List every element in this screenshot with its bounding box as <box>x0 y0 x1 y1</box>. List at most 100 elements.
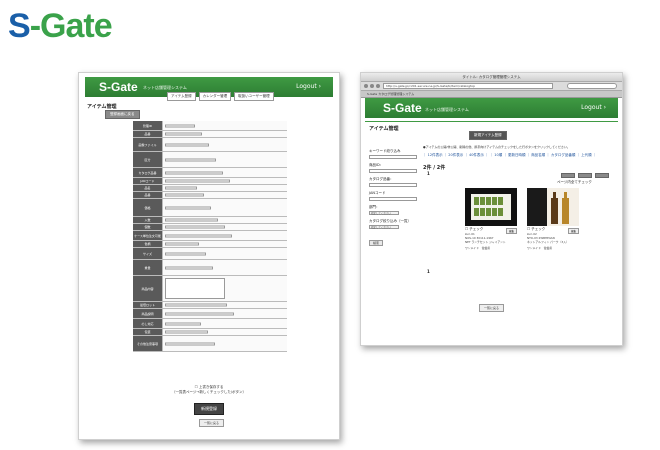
form-row-value <box>163 131 287 137</box>
form-input[interactable] <box>165 193 204 197</box>
tab-users[interactable]: 取扱いユーザー管理 <box>234 92 274 101</box>
back-list-button[interactable]: 一覧に戻る <box>199 419 225 427</box>
logout-link[interactable]: Logout › <box>296 83 321 90</box>
form-row-value <box>163 121 287 130</box>
edit-button[interactable]: 編集 <box>567 228 579 234</box>
page-number[interactable]: 1 <box>427 171 430 176</box>
form-input[interactable] <box>165 158 216 161</box>
bulk-button-3[interactable] <box>595 173 609 178</box>
catalog-label: カタログ品番： <box>369 177 394 181</box>
form-row-value <box>163 192 287 198</box>
new-item-button[interactable]: 新規アイテム登録 <box>469 131 507 140</box>
form-row-value <box>163 152 287 167</box>
jan-input[interactable] <box>369 197 417 201</box>
edit-button[interactable]: 編集 <box>505 228 517 234</box>
form-input[interactable] <box>165 312 234 315</box>
form-row-value <box>163 329 287 335</box>
form-input[interactable] <box>165 278 225 299</box>
header-bar: S-Gate ネット店舗管理システム Logout › <box>365 98 618 118</box>
form-row: カタログ品番 <box>133 168 287 178</box>
bulk-buttons <box>561 173 609 178</box>
bulk-button-1[interactable] <box>561 173 575 178</box>
form-row-label: 区分 <box>133 152 163 167</box>
form-row-value <box>163 224 287 230</box>
form-row: 価格 <box>133 199 287 217</box>
form-input[interactable] <box>165 242 199 246</box>
form-input[interactable] <box>165 179 230 183</box>
browser-tab[interactable]: S-Gate カタログ管理管理システム <box>361 91 622 98</box>
form-row: 画像ファイル <box>133 138 287 152</box>
form-input[interactable] <box>165 322 201 325</box>
form-input[interactable] <box>165 132 202 136</box>
search-button[interactable]: 検索 <box>369 240 384 246</box>
form-row: 区分 <box>133 152 287 168</box>
product-image <box>527 188 579 226</box>
form-row: のし対応 <box>133 319 287 329</box>
form-row: 包装 <box>133 329 287 336</box>
form-row: 商品内容 <box>133 276 287 302</box>
form-row-value <box>163 217 287 223</box>
back-icon[interactable] <box>364 84 368 88</box>
form-row: 品番 <box>133 131 287 138</box>
form-row-value <box>163 231 287 240</box>
sub-nav <box>365 118 618 122</box>
page: S-Gate S-Gate ネット店舗管理システム Logout › アイテム登… <box>0 0 660 450</box>
header-subtitle: ネット店舗管理システム <box>425 107 469 112</box>
form-row-value <box>163 260 287 275</box>
form-input[interactable] <box>165 143 209 146</box>
forward-icon[interactable] <box>370 84 374 88</box>
url-bar[interactable]: http://s-gate.jp/c201.secure.ne.jp/S-Gat… <box>383 83 553 89</box>
sort-links[interactable]: ｜ 12件表示 ｜ 20件表示 ｜ 40件表示 ｜ ｜ 10順 ｜ 更新日時順 … <box>423 153 596 158</box>
form-row-label: ケース単位注文可能 <box>133 231 163 240</box>
form-input[interactable] <box>165 124 195 127</box>
bottom-page-number[interactable]: 1 <box>427 269 430 274</box>
item-card[interactable]: ☐ チェック kuri-02 NTO-03 2WBHE4AN ネットアルフィン … <box>527 188 579 250</box>
tab-calendar[interactable]: カレンダー管理 <box>198 92 232 101</box>
header-logo: S-Gate <box>99 80 138 94</box>
submit-button[interactable]: 新規登録 <box>194 403 224 415</box>
form-row-label: 管理ID <box>133 121 163 130</box>
category-select[interactable]: 指定してください <box>369 211 399 215</box>
form-input[interactable] <box>165 225 225 229</box>
form-input[interactable] <box>165 186 197 190</box>
form-input[interactable] <box>165 342 215 345</box>
form-input[interactable] <box>165 206 211 209</box>
back-to-register-button[interactable]: 登録画面に戻る <box>105 110 140 119</box>
page-title: アイテム管理 <box>369 126 399 132</box>
item-form: 管理ID 品番 画像ファイル 区分 カタログ品番 JANコード 品名 品番 価格 入数 個数 ケース単… <box>133 121 287 352</box>
form-input[interactable] <box>165 303 227 307</box>
form-input[interactable] <box>165 330 208 334</box>
form-row: ケース単位注文可能 <box>133 231 287 241</box>
sgate-logo: S-Gate <box>8 6 113 46</box>
keyword-input[interactable] <box>369 155 417 159</box>
page-title: アイテム管理 <box>87 104 117 110</box>
form-row: JANコード <box>133 178 287 185</box>
catalog-input[interactable] <box>369 183 417 187</box>
item-id-input[interactable] <box>369 169 417 173</box>
form-row-label: のし対応 <box>133 319 163 328</box>
form-row-label: サイズ <box>133 248 163 259</box>
tab-item-register[interactable]: アイテム登録 <box>167 92 196 101</box>
logout-link[interactable]: Logout › <box>581 104 606 111</box>
form-input[interactable] <box>165 171 223 174</box>
back-list-button[interactable]: 一覧に戻る <box>479 304 505 312</box>
form-input[interactable] <box>165 266 213 269</box>
browser-search[interactable] <box>567 83 617 89</box>
nav-tabs: アイテム登録 カレンダー管理 取扱いユーザー管理 <box>167 92 274 101</box>
page-check-all[interactable]: ページ内全てチェック <box>557 180 592 185</box>
window-title: タイトル: カタログ管理管理システム <box>361 73 622 82</box>
form-row-value <box>163 178 287 184</box>
card-meta-3: ネットアルフィン パーク（3入） <box>527 240 569 244</box>
form-input[interactable] <box>165 234 232 237</box>
catalog-filter-select[interactable]: 指定してください <box>369 225 399 229</box>
logo-s: S <box>8 7 31 45</box>
header-subtitle: ネット店舗管理システム <box>143 85 187 90</box>
form-row: 品番 <box>133 192 287 199</box>
item-card[interactable]: ☐ チェック kuri-01 NOS-10 30111-1967 NET ランチ… <box>465 188 517 250</box>
bulk-button-2[interactable] <box>578 173 592 178</box>
form-input[interactable] <box>165 218 218 222</box>
reload-icon[interactable] <box>376 84 380 88</box>
form-row-value <box>163 319 287 328</box>
form-input[interactable] <box>165 252 206 255</box>
form-row-value <box>163 185 287 191</box>
